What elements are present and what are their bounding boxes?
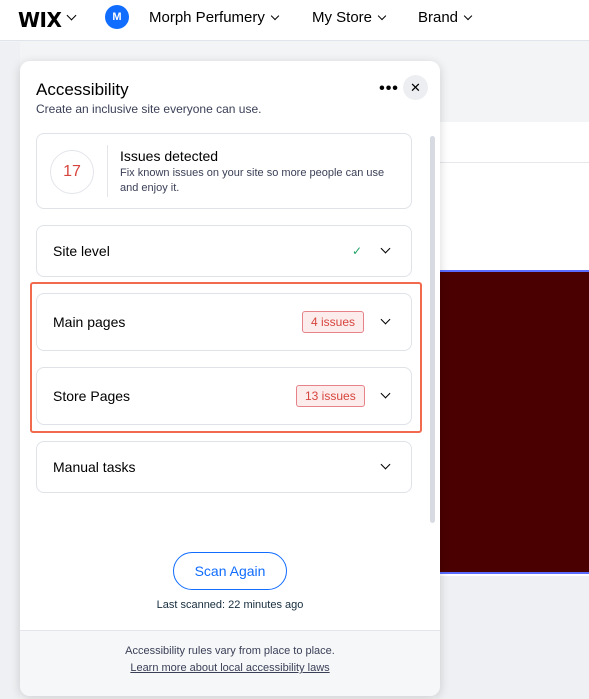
last-scanned-text: Last scanned: 22 minutes ago xyxy=(156,599,304,611)
chevron-down-icon xyxy=(270,11,280,20)
chevron-down-icon xyxy=(377,11,387,20)
chevron-down-icon[interactable] xyxy=(66,10,77,21)
brand-menu[interactable]: Brand xyxy=(418,9,473,26)
more-options-icon[interactable]: ••• xyxy=(376,77,402,101)
editor-left-strip xyxy=(0,42,20,699)
accessibility-panel: Accessibility Create an inclusive site e… xyxy=(20,61,440,696)
editor-canvas-section[interactable] xyxy=(436,270,589,574)
section-store-pages[interactable]: Store Pages 13 issues xyxy=(36,367,412,425)
close-icon[interactable]: ✕ xyxy=(403,75,428,100)
site-selector[interactable]: Morph Perfumery xyxy=(149,9,280,26)
section-main-pages[interactable]: Main pages 4 issues xyxy=(36,293,412,351)
panel-subtitle: Create an inclusive site everyone can us… xyxy=(36,102,262,116)
footer-note: Accessibility rules vary from place to p… xyxy=(125,645,335,657)
chevron-down-icon[interactable] xyxy=(380,388,391,399)
wix-logo[interactable]: WIX xyxy=(18,8,62,32)
chevron-down-icon[interactable] xyxy=(380,459,391,470)
section-label: Site level xyxy=(53,243,110,259)
chevron-down-icon xyxy=(463,11,473,20)
section-manual-tasks[interactable]: Manual tasks xyxy=(36,441,412,493)
checkmark-icon: ✓ xyxy=(351,244,362,258)
issues-badge: 4 issues xyxy=(302,311,365,333)
chevron-down-icon[interactable] xyxy=(380,243,391,254)
accessibility-laws-link[interactable]: Learn more about local accessibility law… xyxy=(20,662,440,674)
issues-heading: Issues detected xyxy=(120,148,219,164)
my-store-label: My Store xyxy=(312,9,373,26)
avatar[interactable]: M xyxy=(105,5,129,29)
scrollbar[interactable] xyxy=(430,136,435,523)
issues-count: 17 xyxy=(50,150,94,194)
my-store-menu[interactable]: My Store xyxy=(312,9,387,26)
panel-title: Accessibility xyxy=(36,80,129,99)
site-selector-label: Morph Perfumery xyxy=(149,9,265,26)
section-label: Store Pages xyxy=(53,388,131,404)
issues-description: Fix known issues on your site so more pe… xyxy=(120,167,385,194)
brand-label: Brand xyxy=(418,9,459,26)
section-label: Main pages xyxy=(53,314,126,330)
chevron-down-icon[interactable] xyxy=(380,314,391,325)
section-label: Manual tasks xyxy=(53,459,136,475)
divider xyxy=(436,162,589,163)
divider xyxy=(107,145,108,197)
section-site-level[interactable]: Site level ✓ xyxy=(36,225,412,277)
editor-background-bottom xyxy=(436,576,589,699)
top-bar: WIX M Morph Perfumery My Store Brand xyxy=(0,0,589,41)
scan-again-button[interactable]: Scan Again xyxy=(173,552,287,590)
issues-summary-card: 17 Issues detected Fix known issues on y… xyxy=(36,133,412,209)
issues-badge: 13 issues xyxy=(296,385,365,407)
panel-footer: Accessibility rules vary from place to p… xyxy=(20,630,440,696)
